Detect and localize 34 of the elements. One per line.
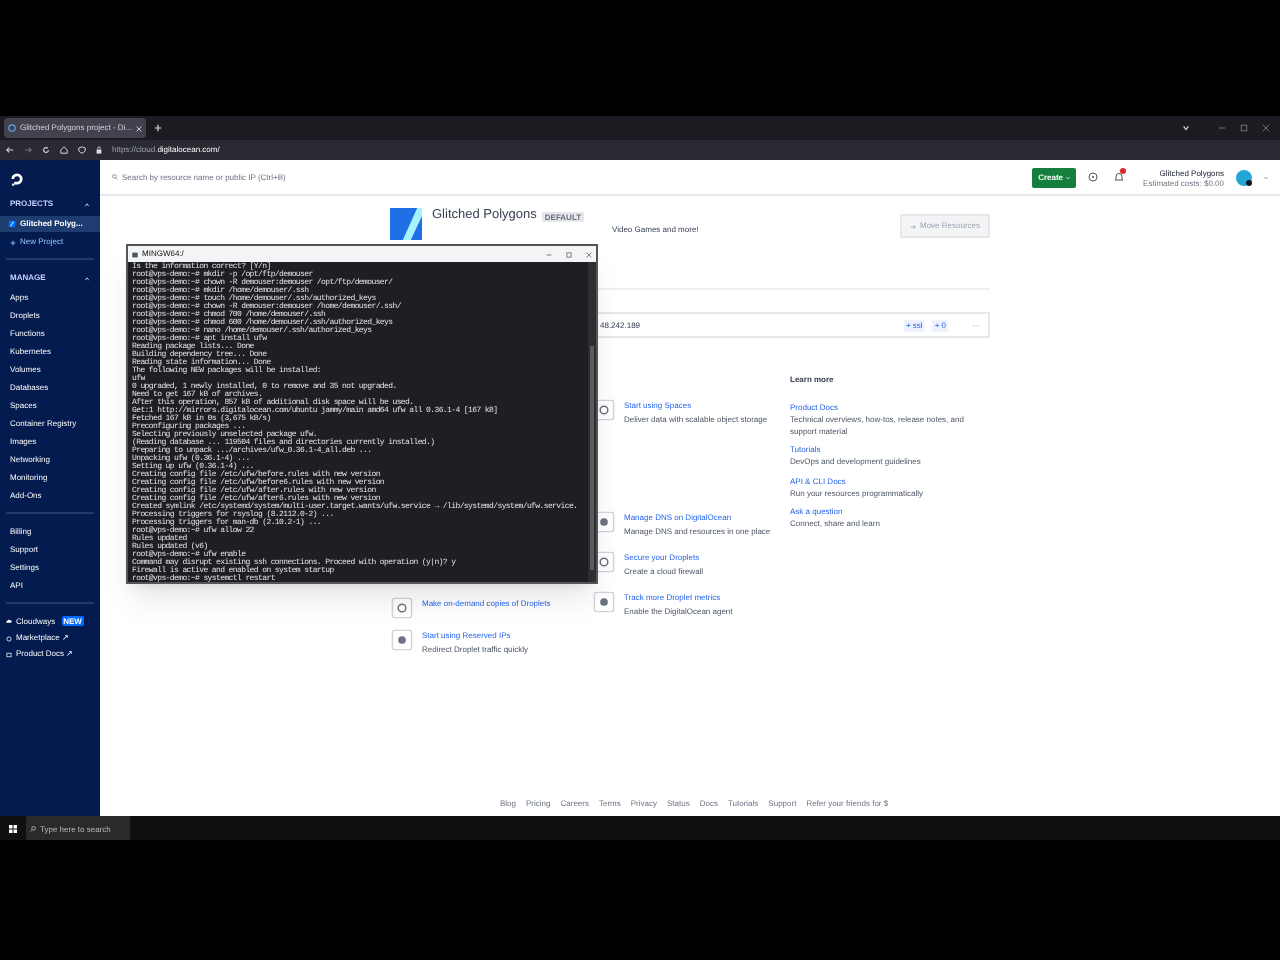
globe-icon — [8, 124, 16, 132]
project-icon — [8, 220, 16, 228]
bell-icon[interactable] — [1113, 172, 1124, 182]
logo-icon — [10, 171, 24, 185]
plus-icon — [10, 239, 16, 245]
card-icon — [390, 628, 414, 652]
terminal-icon — [132, 251, 138, 257]
home-icon[interactable] — [60, 146, 68, 154]
shield-icon — [78, 146, 86, 154]
arrow-right-icon — [909, 223, 916, 229]
maximize-icon[interactable] — [1240, 124, 1248, 132]
card-icon — [390, 596, 414, 620]
search-icon — [112, 174, 118, 180]
chevron-down-icon[interactable] — [1182, 124, 1190, 132]
reload-icon[interactable] — [42, 146, 50, 154]
chevron-up-icon[interactable] — [84, 201, 90, 207]
card-icon — [592, 590, 616, 614]
scrollbar-thumb[interactable] — [590, 346, 594, 570]
close-icon[interactable] — [1262, 124, 1270, 132]
search-icon — [30, 825, 36, 831]
avatar[interactable] — [1236, 169, 1252, 185]
help-icon[interactable] — [1087, 172, 1098, 182]
book-icon — [6, 651, 12, 657]
circle-icon — [6, 635, 12, 641]
forward-icon[interactable] — [24, 146, 32, 154]
chevron-up-icon[interactable] — [84, 275, 90, 281]
plus-icon[interactable] — [154, 124, 163, 132]
back-icon[interactable] — [6, 146, 14, 154]
close-icon[interactable] — [586, 251, 592, 257]
scrollbar[interactable] — [588, 262, 596, 582]
windows-icon[interactable] — [8, 823, 18, 833]
cloud-icon — [6, 618, 12, 624]
lock-icon — [96, 146, 102, 154]
project-logo-icon — [390, 208, 422, 240]
